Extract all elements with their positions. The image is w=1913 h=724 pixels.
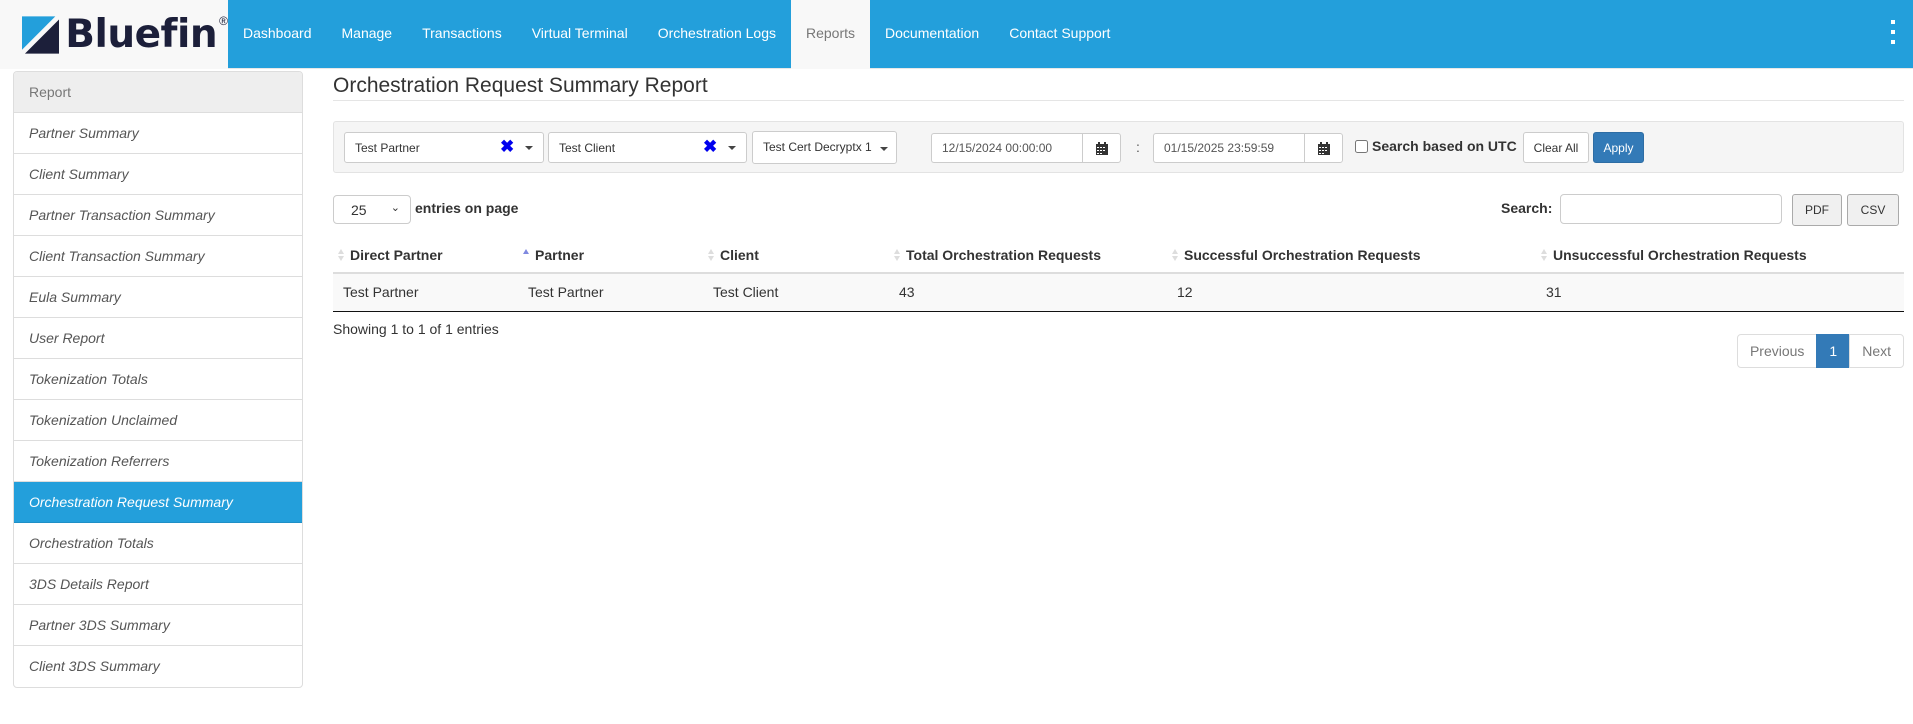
main-content: Orchestration Request Summary Report Tes… [333,69,1904,368]
nav-documentation[interactable]: Documentation [870,0,994,69]
sort-both-icon [1172,249,1178,261]
nav-reports[interactable]: Reports [791,0,871,69]
report-table: Direct Partner Partner Client Total Orch… [333,237,1904,312]
page-length-label: entries on page [415,200,519,216]
top-navbar: Bluefin ® Dashboard Manage Transactions … [0,0,1913,69]
pagination-next[interactable]: Next [1849,334,1904,368]
nav-manage[interactable]: Manage [327,0,408,69]
column-header-client[interactable]: Client [703,237,889,274]
column-label: Client [720,246,759,263]
search-label: Search: [1501,200,1553,216]
date-from-input[interactable]: 12/15/2024 00:00:00 [931,133,1082,163]
cell-client: Test Client [703,273,889,312]
sidebar-item-partner-transaction-summary[interactable]: Partner Transaction Summary [14,195,302,236]
main-nav: Dashboard Manage Transactions Virtual Te… [228,0,1125,69]
cell-partner: Test Partner [518,273,703,312]
csv-export-button[interactable]: CSV [1847,194,1899,226]
sidebar-item-partner-3ds-summary[interactable]: Partner 3DS Summary [14,605,302,646]
sidebar-item-tokenization-referrers[interactable]: Tokenization Referrers [14,441,302,482]
sidebar-item-tokenization-unclaimed[interactable]: Tokenization Unclaimed [14,400,302,441]
clear-partner-icon[interactable]: ✖ [500,138,514,156]
calendar-icon [1095,141,1108,155]
table-info: Showing 1 to 1 of 1 entries [333,321,499,337]
sidebar-item-orchestration-totals[interactable]: Orchestration Totals [14,523,302,564]
pagination-page-1[interactable]: 1 [1816,334,1851,368]
column-header-successful-requests[interactable]: Successful Orchestration Requests [1167,237,1536,274]
sort-ascending-icon [523,249,529,254]
date-to-input[interactable]: 01/15/2025 23:59:59 [1153,133,1304,163]
sort-both-icon [894,249,900,261]
utc-label[interactable]: Search based on UTC [1372,138,1517,154]
chevron-down-icon [525,146,533,150]
cell-successful-requests: 12 [1167,273,1536,312]
client-select[interactable]: Test Client ✖ [548,132,747,163]
nav-dashboard[interactable]: Dashboard [228,0,327,69]
date-to-group: 01/15/2025 23:59:59 [1153,133,1343,163]
sidebar-item-eula-summary[interactable]: Eula Summary [14,277,302,318]
partner-select[interactable]: Test Partner ✖ [344,132,544,163]
cell-direct-partner: Test Partner [333,273,518,312]
column-label: Partner [535,246,585,263]
registered-mark: ® [219,13,228,28]
sidebar-item-client-transaction-summary[interactable]: Client Transaction Summary [14,236,302,277]
client-select-value: Test Client [559,141,616,155]
pagination: Previous 1 Next [1736,334,1904,368]
column-label: Unsuccessful Orchestration Requests [1553,246,1807,263]
column-header-total-requests[interactable]: Total Orchestration Requests [889,237,1167,274]
sort-both-icon [338,249,344,261]
calendar-icon [1317,141,1330,155]
table-header-row: Direct Partner Partner Client Total Orch… [333,237,1904,274]
nav-virtual-terminal[interactable]: Virtual Terminal [517,0,643,69]
bluefin-logo-icon [22,15,60,54]
column-header-direct-partner[interactable]: Direct Partner [333,237,518,274]
sort-both-icon [1541,249,1547,261]
apply-button[interactable]: Apply [1593,132,1644,163]
sidebar-item-client-3ds-summary[interactable]: Client 3DS Summary [14,646,302,687]
column-label: Direct Partner [350,246,443,263]
sidebar-item-orchestration-request-summary[interactable]: Orchestration Request Summary [14,482,302,523]
sidebar-item-user-report[interactable]: User Report [14,318,302,359]
cert-select-value: Test Cert Decryptx 1 [763,140,872,154]
date-to-calendar-button[interactable] [1304,133,1343,163]
utc-checkbox[interactable] [1355,139,1368,153]
sort-both-icon [708,249,714,261]
report-sidebar: Report Partner Summary Client Summary Pa… [13,71,303,688]
column-header-partner[interactable]: Partner [518,237,703,274]
sidebar-heading: Report [14,72,302,113]
sidebar-item-3ds-details-report[interactable]: 3DS Details Report [14,564,302,605]
nav-transactions[interactable]: Transactions [407,0,517,69]
nav-orchestration-logs[interactable]: Orchestration Logs [643,0,791,69]
nav-contact-support[interactable]: Contact Support [994,0,1125,69]
cell-unsuccessful-requests: 31 [1536,273,1904,312]
cell-total-requests: 43 [889,273,1167,312]
cert-select[interactable]: Test Cert Decryptx 1 [752,131,897,164]
page-title: Orchestration Request Summary Report [333,69,1904,101]
pagination-previous[interactable]: Previous [1736,334,1818,368]
chevron-down-icon: ⌄ [390,202,400,214]
sidebar-item-client-summary[interactable]: Client Summary [14,154,302,195]
partner-select-value: Test Partner [355,141,420,155]
utc-toggle: Search based on UTC [1355,138,1517,154]
column-label: Successful Orchestration Requests [1184,246,1421,263]
clear-client-icon[interactable]: ✖ [703,138,717,156]
table-row: Test Partner Test Partner Test Client 43… [333,273,1904,312]
date-from-calendar-button[interactable] [1082,133,1121,163]
page-length-value: 25 [351,202,367,218]
brand-name: Bluefin [65,12,218,57]
date-separator: : [1136,139,1140,155]
sidebar-item-partner-summary[interactable]: Partner Summary [14,113,302,154]
chevron-down-icon [728,146,736,150]
kebab-menu-icon[interactable] [1887,20,1899,44]
chevron-down-icon [880,147,888,151]
date-from-group: 12/15/2024 00:00:00 [931,133,1121,163]
sidebar-item-tokenization-totals[interactable]: Tokenization Totals [14,359,302,400]
column-header-unsuccessful-requests[interactable]: Unsuccessful Orchestration Requests [1536,237,1904,274]
search-input[interactable] [1560,194,1782,224]
page-length-select[interactable]: 25 ⌄ [333,195,411,224]
clear-all-button[interactable]: Clear All [1523,132,1589,163]
filter-bar: Test Partner ✖ Test Client ✖ Test Cert D… [333,121,1904,173]
column-label: Total Orchestration Requests [906,246,1102,263]
brand-logo[interactable]: Bluefin ® [0,0,228,69]
pdf-export-button[interactable]: PDF [1792,194,1842,226]
